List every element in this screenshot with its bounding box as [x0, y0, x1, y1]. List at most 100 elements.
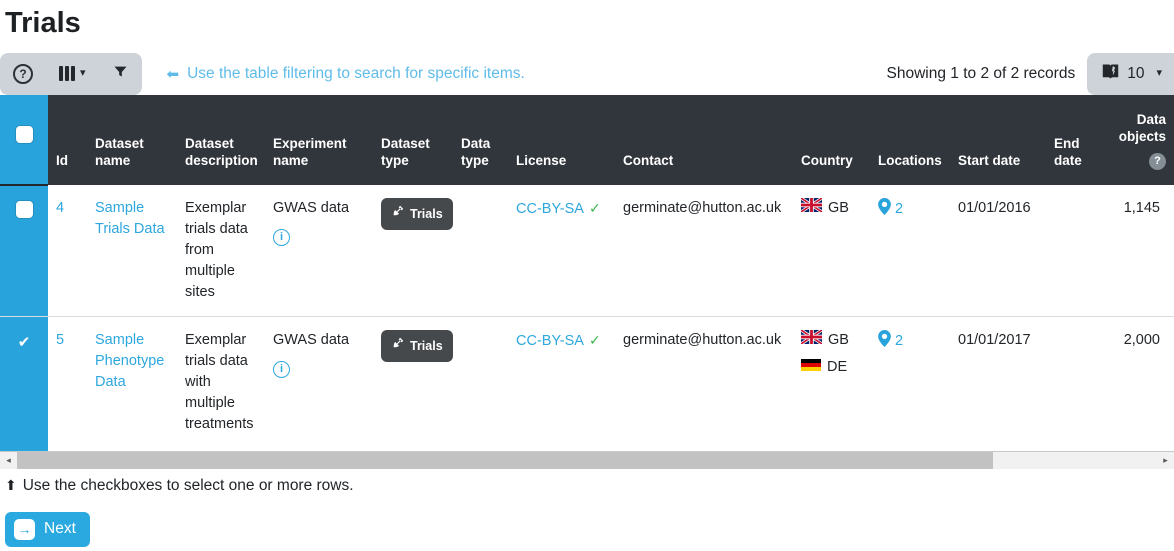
locations-link[interactable]: 2: [895, 199, 903, 220]
col-header-start-date[interactable]: Start date: [950, 94, 1046, 185]
map-pin-icon: [878, 329, 891, 354]
filter-icon: [112, 64, 129, 83]
cell-country: GB DE: [793, 315, 870, 452]
help-icon: ?: [13, 63, 33, 84]
left-arrow-icon: ⬅: [166, 65, 180, 83]
dataset-type-badge: Trials: [381, 197, 453, 230]
page-title: Trials: [5, 7, 81, 39]
col-header-data-type[interactable]: Data type: [453, 94, 508, 185]
map-pin-icon: [878, 197, 891, 222]
dataset-type-badge-label: Trials: [410, 338, 443, 353]
cell-license: CC-BY-SA ✓: [508, 315, 615, 452]
toolbar-button-group: ? ▾: [0, 52, 142, 95]
col-header-dataset-type[interactable]: Dataset type: [373, 94, 453, 185]
row-checkbox-checked[interactable]: ✔: [18, 334, 31, 351]
cell-data-objects: 2,000: [1095, 315, 1174, 452]
horizontal-scrollbar: ◂ ▸: [0, 451, 1174, 469]
id-link[interactable]: 5: [56, 332, 64, 348]
next-arrow-icon: →: [14, 518, 35, 540]
dataset-name-link[interactable]: Sample Trials Data: [95, 200, 165, 237]
scroll-left-button[interactable]: ◂: [0, 451, 17, 469]
col-header-experiment-name[interactable]: Experiment name: [265, 94, 373, 185]
flag-de-icon: [801, 357, 821, 378]
up-arrow-icon: ⬆: [5, 477, 17, 494]
cell-id: 4: [48, 184, 87, 317]
cell-contact: germinate@hutton.ac.uk: [615, 184, 793, 317]
col-header-dataset-description[interactable]: Dataset description: [177, 94, 265, 185]
toolbar-right: Showing 1 to 2 of 2 records 10 ▾: [886, 52, 1174, 95]
record-count-text: Showing 1 to 2 of 2 records: [886, 64, 1076, 82]
help-button[interactable]: ?: [0, 53, 46, 95]
country-code: DE: [827, 358, 848, 375]
columns-button[interactable]: ▾: [46, 53, 99, 95]
checkbox-hint-text: Use the checkboxes to select one or more…: [22, 476, 354, 494]
country-entry: DE: [801, 357, 862, 378]
checkbox-hint: ⬆ Use the checkboxes to select one or mo…: [5, 477, 1174, 495]
col-header-data-objects[interactable]: Data objects ?: [1095, 94, 1174, 185]
license-link[interactable]: CC-BY-SA: [516, 333, 584, 349]
country-entry: GB: [800, 196, 862, 219]
col-header-country[interactable]: Country: [793, 94, 870, 185]
page-size-button[interactable]: 10 ▾: [1087, 52, 1174, 95]
scrollbar-thumb[interactable]: [17, 451, 993, 469]
table-row: 4 Sample Trials Data Exemplar trials dat…: [0, 184, 1174, 317]
col-header-license[interactable]: License: [508, 94, 615, 185]
license-link[interactable]: CC-BY-SA: [516, 201, 584, 217]
table-header-row: Id Dataset name Dataset description Expe…: [0, 94, 1174, 186]
filter-button[interactable]: [99, 53, 142, 95]
columns-icon: [59, 66, 75, 82]
cell-data-objects: 1,145: [1095, 184, 1174, 317]
shovel-icon: [391, 337, 404, 355]
select-all-checkbox[interactable]: [15, 126, 33, 144]
next-button[interactable]: → Next: [5, 511, 90, 547]
cell-id: 5: [48, 315, 87, 452]
info-icon[interactable]: i: [273, 361, 290, 379]
col-header-contact[interactable]: Contact: [615, 94, 793, 185]
flag-gb-icon: [800, 196, 823, 219]
dataset-name-link[interactable]: Sample Phenotype Data: [95, 332, 164, 390]
page-size-value: 10: [1127, 64, 1145, 82]
col-header-end-date[interactable]: End date: [1046, 94, 1095, 185]
country-entry: GB: [800, 328, 862, 351]
check-icon: ✓: [588, 331, 601, 348]
cell-experiment-name: GWAS data i: [265, 315, 373, 452]
cell-dataset-name: Sample Trials Data: [87, 184, 177, 317]
cell-dataset-description: Exemplar trials data with multiple treat…: [177, 315, 265, 452]
row-select-cell: ✔: [0, 315, 48, 452]
locations-link[interactable]: 2: [895, 331, 903, 352]
id-link[interactable]: 4: [56, 200, 64, 216]
cell-end-date: [1046, 315, 1095, 452]
col-header-id[interactable]: Id: [48, 94, 87, 185]
cell-data-type: [453, 184, 508, 317]
shovel-icon: [391, 205, 404, 223]
cell-country: GB: [793, 184, 870, 317]
data-objects-help-icon[interactable]: ?: [1149, 152, 1166, 170]
experiment-name-text: GWAS data: [273, 199, 350, 216]
cell-dataset-type: Trials: [373, 184, 453, 317]
table-toolbar: ? ▾ ⬅ Use the table filtering to search …: [0, 52, 1174, 95]
cell-experiment-name: GWAS data i: [265, 184, 373, 317]
table-row: ✔ 5 Sample Phenotype Data Exemplar trial…: [0, 315, 1174, 452]
cell-start-date: 01/01/2017: [950, 315, 1046, 452]
book-icon: [1101, 63, 1120, 85]
cell-dataset-type: Trials: [373, 315, 453, 452]
info-icon[interactable]: i: [273, 229, 290, 247]
row-checkbox[interactable]: [15, 200, 33, 218]
country-code: GB: [828, 331, 849, 348]
col-header-data-objects-label: Data objects: [1118, 111, 1166, 145]
filtering-hint-text: Use the table filtering to search for sp…: [187, 64, 525, 82]
cell-license: CC-BY-SA ✓: [508, 184, 615, 317]
chevron-down-icon: ▾: [80, 67, 86, 80]
cell-locations: 2: [870, 315, 950, 452]
next-button-label: Next: [44, 520, 76, 538]
scrollbar-track[interactable]: [993, 452, 1157, 469]
check-icon: ✓: [588, 199, 601, 216]
chevron-down-icon: ▾: [1156, 67, 1162, 80]
col-header-locations[interactable]: Locations: [870, 94, 950, 185]
scroll-right-button[interactable]: ▸: [1157, 451, 1174, 469]
cell-locations: 2: [870, 184, 950, 317]
col-header-dataset-name[interactable]: Dataset name: [87, 94, 177, 185]
cell-dataset-name: Sample Phenotype Data: [87, 315, 177, 452]
cell-dataset-description: Exemplar trials data from multiple sites: [177, 184, 265, 317]
row-select-cell: [0, 184, 48, 317]
